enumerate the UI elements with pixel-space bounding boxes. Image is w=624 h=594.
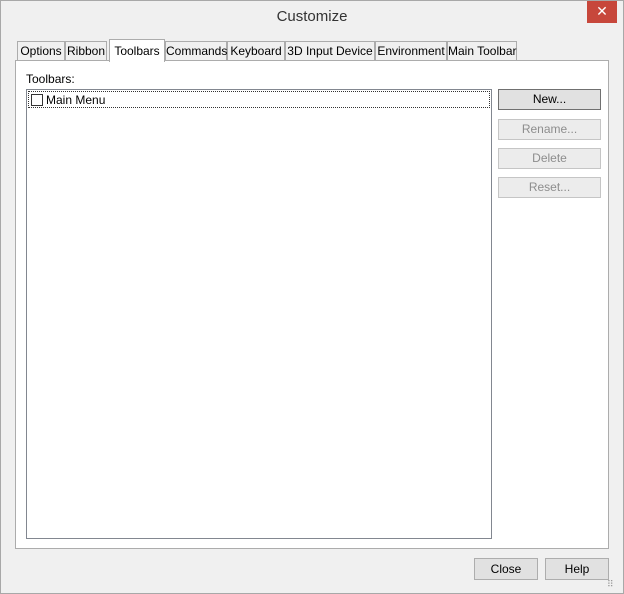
toolbars-list[interactable]: Main Menu xyxy=(26,89,492,539)
tab-keyboard[interactable]: Keyboard xyxy=(227,41,285,60)
resize-grip-icon[interactable]: ⠿ xyxy=(607,579,619,591)
window-title: Customize xyxy=(276,8,348,25)
tab-environment[interactable]: Environment xyxy=(375,41,447,60)
close-button[interactable]: Close xyxy=(474,558,538,580)
list-item[interactable]: Main Menu xyxy=(28,91,490,108)
rename-button[interactable]: Rename... xyxy=(498,119,601,140)
close-icon[interactable]: ✕ xyxy=(587,1,617,23)
reset-button[interactable]: Reset... xyxy=(498,177,601,198)
new-button[interactable]: New... xyxy=(498,89,601,110)
toolbars-panel: Toolbars: Main Menu New... Rename... Del… xyxy=(15,60,609,549)
customize-dialog: Customize ✕ Options Ribbon Toolbars Comm… xyxy=(0,0,624,594)
title-bar: Customize ✕ xyxy=(1,1,623,33)
help-button[interactable]: Help xyxy=(545,558,609,580)
tab-3d-input-device[interactable]: 3D Input Device xyxy=(285,41,375,60)
tab-commands[interactable]: Commands xyxy=(165,41,227,60)
tab-main-toolbar[interactable]: Main Toolbar xyxy=(447,41,517,60)
delete-button[interactable]: Delete xyxy=(498,148,601,169)
main-menu-checkbox[interactable] xyxy=(31,94,43,106)
toolbars-label: Toolbars: xyxy=(26,72,75,86)
tab-toolbars[interactable]: Toolbars xyxy=(109,39,165,62)
tab-options[interactable]: Options xyxy=(17,41,65,60)
list-item-label: Main Menu xyxy=(46,93,106,107)
tab-ribbon[interactable]: Ribbon xyxy=(65,41,107,60)
